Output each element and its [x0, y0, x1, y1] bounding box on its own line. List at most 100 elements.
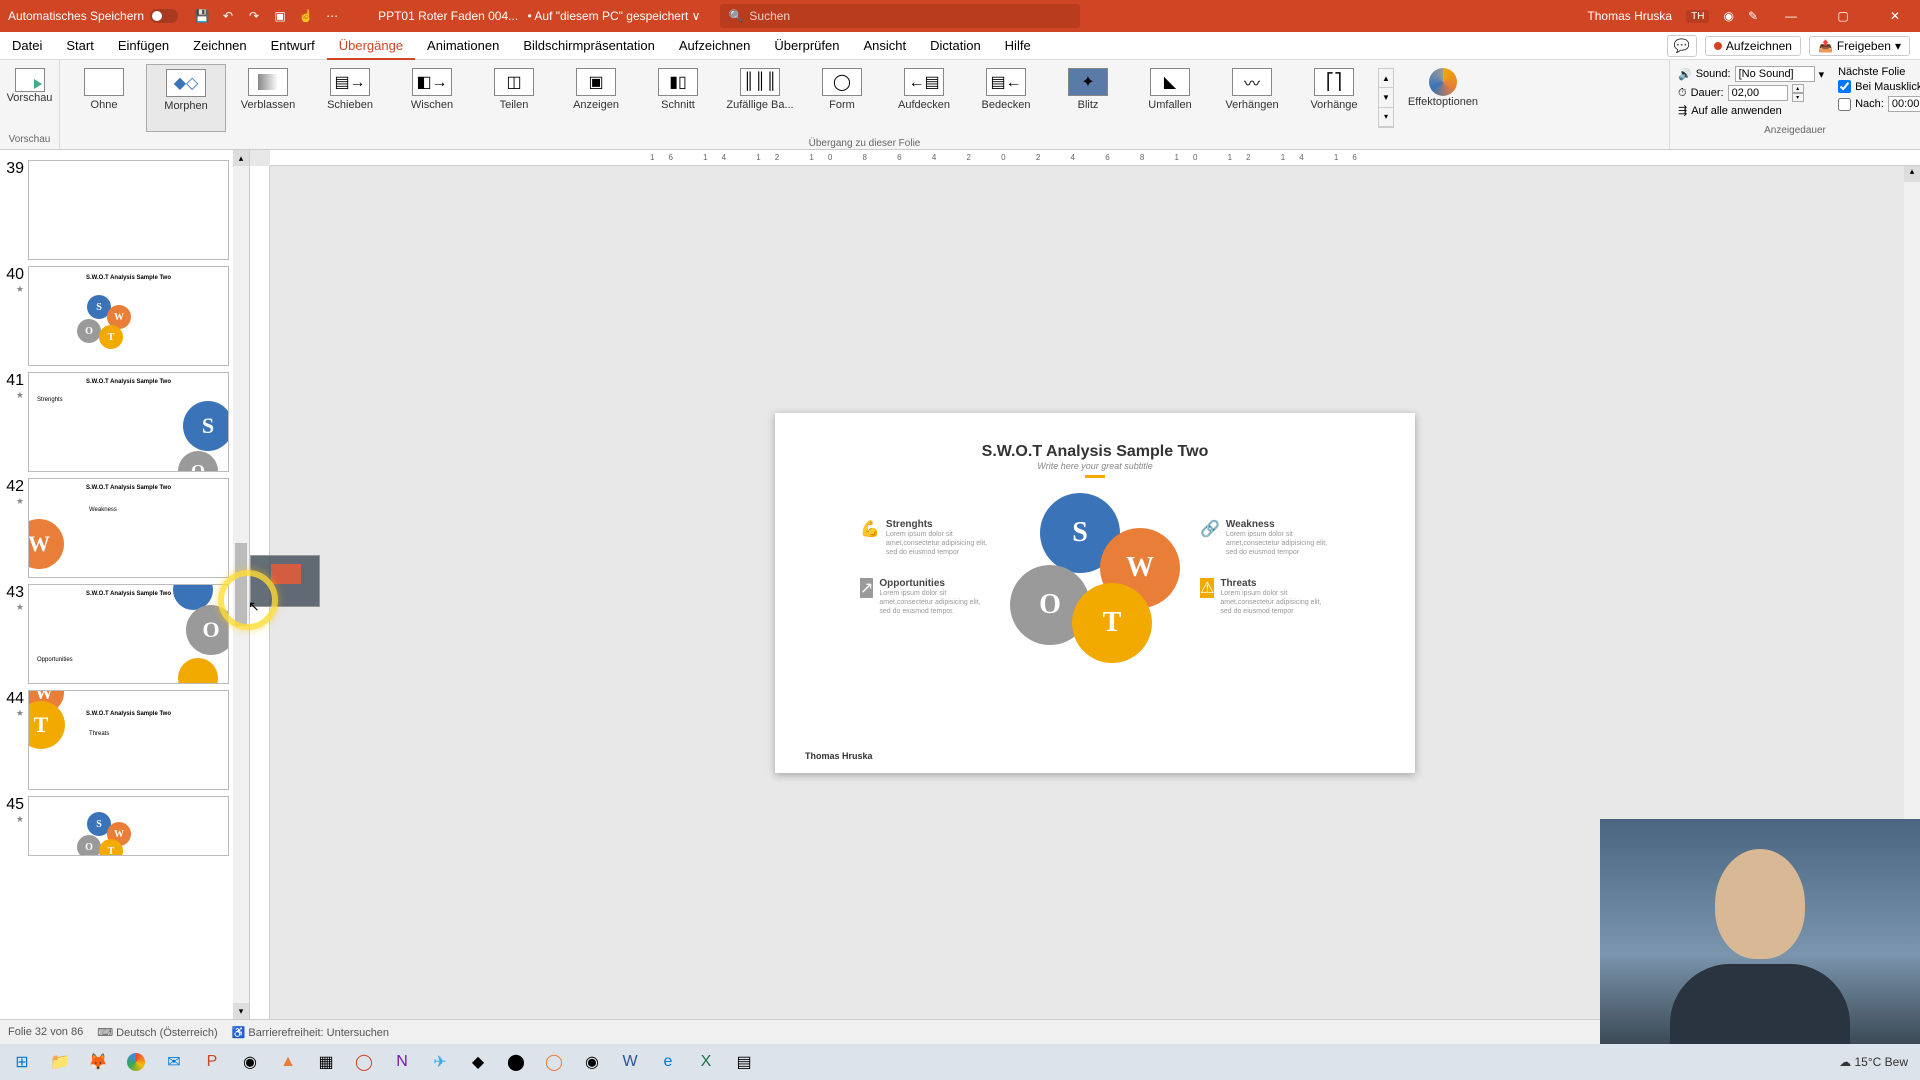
slide-thumbnail[interactable] — [28, 160, 229, 260]
tab-hilfe[interactable]: Hilfe — [993, 32, 1043, 60]
tab-einfuegen[interactable]: Einfügen — [106, 32, 181, 60]
coming-soon-icon[interactable]: ◉ — [1723, 9, 1733, 23]
ink-icon[interactable]: ✎ — [1748, 9, 1758, 23]
user-name[interactable]: Thomas Hruska — [1587, 9, 1672, 23]
tab-zeichnen[interactable]: Zeichnen — [181, 32, 258, 60]
transition-vorhaenge[interactable]: ⎡⎤Vorhänge — [1294, 64, 1374, 132]
saved-location[interactable]: • Auf "diesem PC" gespeichert ∨ — [528, 9, 701, 23]
record-button[interactable]: Aufzeichnen — [1705, 36, 1801, 56]
tab-animationen[interactable]: Animationen — [415, 32, 511, 60]
transition-schieben[interactable]: ▤→Schieben — [310, 64, 390, 132]
on-click-checkbox[interactable] — [1838, 80, 1851, 93]
word-icon[interactable]: W — [612, 1046, 648, 1078]
file-explorer-icon[interactable]: 📁 — [42, 1046, 78, 1078]
maximize-button[interactable]: ▢ — [1824, 0, 1862, 32]
slide-counter[interactable]: Folie 32 von 86 — [8, 1026, 83, 1038]
app-icon-5[interactable]: ◯ — [536, 1046, 572, 1078]
tab-uebergaenge[interactable]: Übergänge — [327, 32, 415, 60]
app-icon-6[interactable]: ◉ — [574, 1046, 610, 1078]
app-icon[interactable]: ◉ — [232, 1046, 268, 1078]
slide-thumbnail[interactable]: S.W.O.T Analysis Sample Two W Weakness — [28, 478, 229, 578]
swot-opportunities[interactable]: ↗ OpportunitiesLorem ipsum dolor sit ame… — [860, 578, 990, 616]
accessibility-check[interactable]: ♿ Barrierefreiheit: Untersuchen — [232, 1026, 389, 1039]
slide-thumbnail[interactable]: S W O T — [28, 796, 229, 856]
tab-start[interactable]: Start — [54, 32, 105, 60]
chrome-icon[interactable] — [118, 1046, 154, 1078]
slide-author[interactable]: Thomas Hruska — [805, 751, 873, 761]
transition-anzeigen[interactable]: ▣Anzeigen — [556, 64, 636, 132]
excel-icon[interactable]: X — [688, 1046, 724, 1078]
transition-teilen[interactable]: ◫Teilen — [474, 64, 554, 132]
thumb-40[interactable]: 40★ S.W.O.T Analysis Sample Two S W O T — [4, 266, 229, 366]
swot-strengths[interactable]: 💪 StrenghtsLorem ipsum dolor sit amet,co… — [860, 519, 990, 557]
share-button[interactable]: 📤Freigeben▾ — [1809, 36, 1910, 56]
slide-thumbnail[interactable]: S.W.O.T Analysis Sample Two S W O T — [28, 266, 229, 366]
sound-dropdown[interactable] — [1735, 66, 1815, 82]
after-input[interactable] — [1888, 96, 1920, 112]
language-indicator[interactable]: ⌨ Deutsch (Österreich) — [97, 1026, 217, 1039]
app-icon-2[interactable]: ▦ — [308, 1046, 344, 1078]
qat-more-icon[interactable]: ⋯ — [324, 8, 340, 24]
onenote-icon[interactable]: N — [384, 1046, 420, 1078]
obs-icon[interactable]: ⬤ — [498, 1046, 534, 1078]
transition-zufaellig[interactable]: ║║║Zufällige Ba... — [720, 64, 800, 132]
close-button[interactable]: ✕ — [1876, 0, 1914, 32]
thumb-42[interactable]: 42★ S.W.O.T Analysis Sample Two W Weakne… — [4, 478, 229, 578]
tab-bildschirm[interactable]: Bildschirmpräsentation — [511, 32, 667, 60]
after-checkbox[interactable] — [1838, 98, 1851, 111]
present-icon[interactable]: ▣ — [272, 8, 288, 24]
transition-schnitt[interactable]: ▮▯Schnitt — [638, 64, 718, 132]
tab-entwurf[interactable]: Entwurf — [259, 32, 327, 60]
slide-thumbnail[interactable]: W T S.W.O.T Analysis Sample Two Threats — [28, 690, 229, 790]
swot-threats[interactable]: ⚠ ThreatsLorem ipsum dolor sit amet,cons… — [1200, 578, 1330, 616]
tab-dictation[interactable]: Dictation — [918, 32, 993, 60]
firefox-icon[interactable]: 🦊 — [80, 1046, 116, 1078]
slide-thumbnail[interactable]: S.W.O.T Analysis Sample Two O Opportunit… — [28, 584, 229, 684]
canvas-scroll-up-icon[interactable]: ▴ — [1904, 166, 1920, 182]
tab-ansicht[interactable]: Ansicht — [851, 32, 918, 60]
swot-diagram[interactable]: S W O T — [1010, 493, 1180, 663]
thumb-44[interactable]: 44★ W T S.W.O.T Analysis Sample Two Thre… — [4, 690, 229, 790]
search-box[interactable]: 🔍 Suchen — [720, 4, 1080, 28]
user-avatar[interactable]: TH — [1686, 10, 1709, 23]
app-icon-3[interactable]: ◯ — [346, 1046, 382, 1078]
transition-verblassen[interactable]: Verblassen — [228, 64, 308, 132]
transition-verhaengen[interactable]: 〰Verhängen — [1212, 64, 1292, 132]
weather-widget[interactable]: ☁ 15°C Bew — [1839, 1055, 1908, 1069]
powerpoint-icon[interactable]: P — [194, 1046, 230, 1078]
undo-icon[interactable]: ↶ — [220, 8, 236, 24]
transition-blitz[interactable]: ✦Blitz — [1048, 64, 1128, 132]
thumb-43[interactable]: 43★ S.W.O.T Analysis Sample Two O Opport… — [4, 584, 229, 684]
thumb-39[interactable]: 39 — [4, 160, 229, 260]
transition-wischen[interactable]: ◧→Wischen — [392, 64, 472, 132]
duration-input[interactable] — [1728, 85, 1788, 101]
redo-icon[interactable]: ↷ — [246, 8, 262, 24]
outlook-icon[interactable]: ✉ — [156, 1046, 192, 1078]
thumbnail-scrollbar[interactable]: ▴ ▾ — [233, 150, 249, 1019]
effect-options-button[interactable]: Effektoptionen — [1398, 64, 1488, 132]
slide-title[interactable]: S.W.O.T Analysis Sample Two — [805, 443, 1385, 461]
duration-spinner[interactable]: ▴▾ — [1792, 84, 1804, 102]
transition-ohne[interactable]: Ohne — [64, 64, 144, 132]
minimize-button[interactable]: — — [1772, 0, 1810, 32]
transition-morphen[interactable]: ◆◇Morphen — [146, 64, 226, 132]
save-icon[interactable]: 💾 — [194, 8, 210, 24]
scroll-down-icon[interactable]: ▾ — [233, 1003, 249, 1019]
transition-form[interactable]: ◯Form — [802, 64, 882, 132]
scroll-up-icon[interactable]: ▴ — [233, 150, 249, 166]
gallery-expand[interactable]: ▲▼▾ — [1378, 68, 1394, 128]
transition-aufdecken[interactable]: ←▤Aufdecken — [884, 64, 964, 132]
scroll-handle[interactable] — [235, 543, 247, 627]
edge-icon[interactable]: e — [650, 1046, 686, 1078]
comments-icon[interactable]: 💬 — [1667, 35, 1697, 57]
dropdown-icon[interactable]: ▾ — [1819, 68, 1825, 81]
transition-bedecken[interactable]: ▤←Bedecken — [966, 64, 1046, 132]
transition-umfallen[interactable]: ◣Umfallen — [1130, 64, 1210, 132]
tab-datei[interactable]: Datei — [0, 32, 54, 60]
vlc-icon[interactable]: ▲ — [270, 1046, 306, 1078]
touch-icon[interactable]: ☝ — [298, 8, 314, 24]
app-icon-4[interactable]: ◆ — [460, 1046, 496, 1078]
telegram-icon[interactable]: ✈ — [422, 1046, 458, 1078]
slide-canvas[interactable]: S.W.O.T Analysis Sample Two Write here y… — [775, 413, 1415, 773]
apply-all-button[interactable]: ⇶Auf alle anwenden — [1678, 104, 1824, 117]
